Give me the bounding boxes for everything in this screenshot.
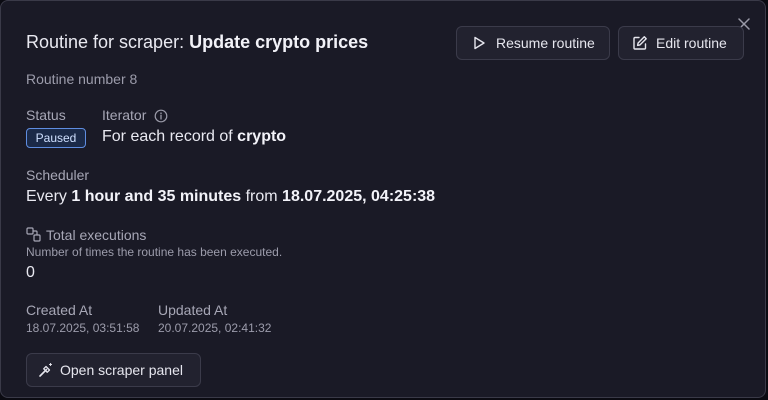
executions-icon (26, 227, 41, 242)
routine-number: Routine number 8 (26, 71, 138, 87)
play-icon (471, 35, 487, 51)
iterator-label: Iterator (102, 107, 147, 123)
created-label: Created At (26, 302, 93, 318)
executions-label: Total executions (46, 227, 147, 243)
iterator-prefix: For each record of (102, 128, 238, 145)
iterator-record: crypto (237, 128, 287, 145)
scheduler-interval: 1 hour and 35 minutes (71, 188, 242, 205)
edit-routine-button[interactable]: Edit routine (618, 26, 744, 60)
updated-label: Updated At (158, 302, 228, 318)
updated-value: 20.07.2025, 02:41:32 (158, 321, 272, 335)
scheduler-start: 18.07.2025, 04:25:38 (282, 188, 436, 205)
edit-icon (632, 35, 648, 51)
scheduler-label: Scheduler (26, 167, 90, 183)
resume-routine-button[interactable]: Resume routine (456, 26, 610, 60)
open-scraper-panel-label: Open scraper panel (60, 362, 183, 378)
executions-count: 0 (26, 264, 35, 281)
status-badge: Paused (26, 128, 86, 148)
info-icon[interactable] (154, 109, 168, 123)
scraper-name: Update crypto prices (189, 32, 369, 52)
title-prefix: Routine for scraper: (26, 32, 190, 52)
routine-dialog: Routine for scraper: Update crypto price… (0, 0, 766, 398)
open-scraper-panel-button[interactable]: Open scraper panel (26, 353, 201, 387)
created-value: 18.07.2025, 03:51:58 (26, 321, 140, 335)
status-label: Status (26, 107, 66, 123)
edit-routine-label: Edit routine (656, 35, 727, 51)
wand-icon (38, 362, 54, 378)
iterator-value: For each record of crypto (102, 128, 286, 146)
scheduler-from: from (241, 188, 283, 205)
scheduler-value: Every 1 hour and 35 minutes from 18.07.2… (26, 188, 435, 206)
resume-routine-label: Resume routine (496, 35, 595, 51)
executions-description: Number of times the routine has been exe… (26, 245, 283, 259)
dialog-title: Routine for scraper: Update crypto price… (26, 32, 368, 53)
scheduler-every: Every (26, 188, 72, 205)
